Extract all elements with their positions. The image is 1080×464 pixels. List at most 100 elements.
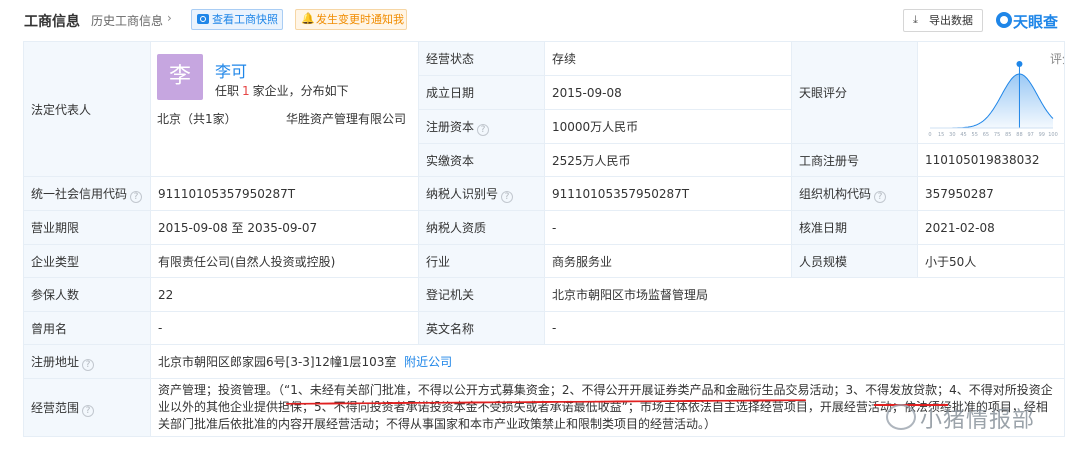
reg-capital-label: 注册资本?: [418, 109, 545, 144]
taxpayer-qual-label: 纳税人资质: [418, 210, 545, 245]
insured-value: 22: [150, 277, 419, 312]
score-tick-label: 15: [938, 132, 944, 138]
term-value: 2015-09-08 至 2035-09-07: [150, 210, 419, 245]
section-title: 工商信息: [24, 14, 80, 30]
score-tick-label: 100: [1048, 132, 1058, 138]
avatar: 李: [157, 54, 203, 100]
wechat-icon: [886, 404, 916, 430]
chevron-right-icon[interactable]: ›: [167, 11, 172, 25]
brand-logo: 天眼查: [996, 9, 1066, 31]
help-icon[interactable]: ?: [82, 358, 95, 371]
taxpayer-id-value: 91110105357950287T: [544, 176, 792, 211]
term-label: 营业期限: [23, 210, 151, 245]
score-tick-label: 85: [1005, 132, 1011, 138]
score-tick-label: 55: [972, 132, 978, 138]
help-icon[interactable]: ?: [501, 190, 514, 203]
company-type-label: 企业类型: [23, 244, 151, 278]
brand-text: 天眼查: [1013, 13, 1059, 31]
score-tick-label: 97: [1027, 132, 1033, 138]
credit-code-label-text: 统一社会信用代码: [31, 186, 128, 201]
legal-rep-city: 北京（共1家）: [157, 112, 237, 126]
watermark: 小猪情报部: [886, 400, 1066, 436]
company-type-value: 有限责任公司(自然人投资或控股): [150, 244, 419, 278]
status-label: 经营状态: [418, 41, 545, 76]
score-tick-label: 88: [1016, 132, 1022, 138]
note-count: 1: [242, 84, 250, 98]
taxpayer-id-label-text: 纳税人识别号: [426, 186, 499, 201]
legal-rep-cell: 李 李可 任职 1 家企业，分布如下 北京（共1家） 华胜资产管理有限公司: [150, 41, 419, 177]
score-marker-dot: [1016, 61, 1023, 67]
score-tick-label: 45: [960, 132, 966, 138]
taxpayer-id-label: 纳税人识别号?: [418, 176, 545, 211]
former-name-value: -: [150, 311, 419, 345]
score-tick-label: 65: [983, 132, 989, 138]
legal-rep-label: 法定代表人: [23, 41, 151, 177]
score-tick-label: 0: [928, 132, 931, 138]
staff-size-label: 人员规模: [791, 244, 918, 278]
watermark-text: 小猪情报部: [920, 408, 1036, 433]
address-label: 注册地址?: [23, 344, 151, 379]
scope-label: 经营范围?: [23, 378, 151, 437]
credit-code-value: 91110105357950287T: [150, 176, 419, 211]
reg-no-value: 110105019838032: [917, 143, 1065, 177]
bell-icon: 🔔: [301, 12, 315, 25]
paid-capital-label: 实缴资本: [418, 143, 545, 177]
note-suffix: 家企业，分布如下: [252, 84, 349, 98]
authority-label: 登记机关: [418, 277, 545, 312]
status-value: 存续: [544, 41, 792, 76]
score-curve-area: [930, 74, 1053, 128]
export-button[interactable]: ⤓ 导出数据: [903, 9, 983, 32]
paid-capital-value: 2525万人民币: [544, 143, 792, 177]
scope-label-text: 经营范围: [31, 400, 80, 415]
camera-icon: [197, 14, 209, 24]
score-tick-label: 75: [994, 132, 1000, 138]
industry-value: 商务服务业: [544, 244, 792, 278]
help-icon[interactable]: ?: [874, 190, 887, 203]
english-name-label: 英文名称: [418, 311, 545, 345]
approval-date-value: 2021-02-08: [917, 210, 1065, 245]
score-cell: 评分 88 015304555657585889799100: [917, 41, 1065, 144]
change-alert-label: 发生变更时通知我: [316, 13, 404, 26]
help-icon[interactable]: ?: [82, 404, 95, 417]
credit-code-label: 统一社会信用代码?: [23, 176, 151, 211]
reg-no-label: 工商注册号: [791, 143, 918, 177]
address-value: 北京市朝阳区郎家园6号[3-3]12幢1层103室 附近公司: [150, 344, 1065, 379]
reg-capital-label-text: 注册资本: [426, 119, 475, 134]
legal-rep-note: 任职 1 家企业，分布如下: [215, 82, 349, 99]
org-code-value: 357950287: [917, 176, 1065, 211]
address-label-text: 注册地址: [31, 354, 80, 369]
score-tick-label: 99: [1039, 132, 1045, 138]
english-name-value: -: [544, 311, 1065, 345]
export-button-label: 导出数据: [929, 14, 973, 27]
help-icon[interactable]: ?: [130, 190, 143, 203]
founded-label: 成立日期: [418, 75, 545, 110]
founded-value: 2015-09-08: [544, 75, 792, 110]
staff-size-value: 小于50人: [917, 244, 1065, 278]
authority-value: 北京市朝阳区市场监督管理局: [544, 277, 1065, 312]
approval-date-label: 核准日期: [791, 210, 918, 245]
download-icon: ⤓: [913, 13, 918, 26]
help-icon[interactable]: ?: [477, 123, 490, 136]
score-distribution-chart: 0 15 30 45 55 65 75 85 88 97 99 100: [928, 61, 1058, 138]
insured-label: 参保人数: [23, 277, 151, 312]
nearby-companies-link[interactable]: 附近公司: [404, 355, 452, 369]
legal-rep-name[interactable]: 李可: [215, 58, 247, 82]
reg-capital-value: 10000万人民币: [544, 109, 792, 144]
org-code-label-text: 组织机构代码: [799, 186, 872, 201]
section-header: 工商信息 历史工商信息 › 查看工商快照 🔔 发生变更时通知我 ⤓ 导出数据 天…: [0, 0, 1080, 40]
taxpayer-qual-value: -: [544, 210, 792, 245]
score-label: 天眼评分: [791, 41, 918, 144]
score-tick-label: 30: [949, 132, 955, 138]
brand-logo-mark: [996, 12, 1012, 28]
address-text: 北京市朝阳区郎家园6号[3-3]12幢1层103室: [158, 355, 397, 369]
history-link[interactable]: 历史工商信息: [91, 12, 163, 29]
snapshot-button-label: 查看工商快照: [212, 13, 278, 26]
business-info-table: 法定代表人 李 李可 任职 1 家企业，分布如下 北京（共1家） 华胜资产管理有限公…: [23, 41, 1065, 437]
change-alert-button[interactable]: 🔔 发生变更时通知我: [295, 9, 407, 30]
snapshot-button[interactable]: 查看工商快照: [191, 9, 283, 30]
legal-rep-company[interactable]: 华胜资产管理有限公司: [286, 110, 406, 127]
note-prefix: 任职: [215, 84, 240, 98]
org-code-label: 组织机构代码?: [791, 176, 918, 211]
former-name-label: 曾用名: [23, 311, 151, 345]
industry-label: 行业: [418, 244, 545, 278]
